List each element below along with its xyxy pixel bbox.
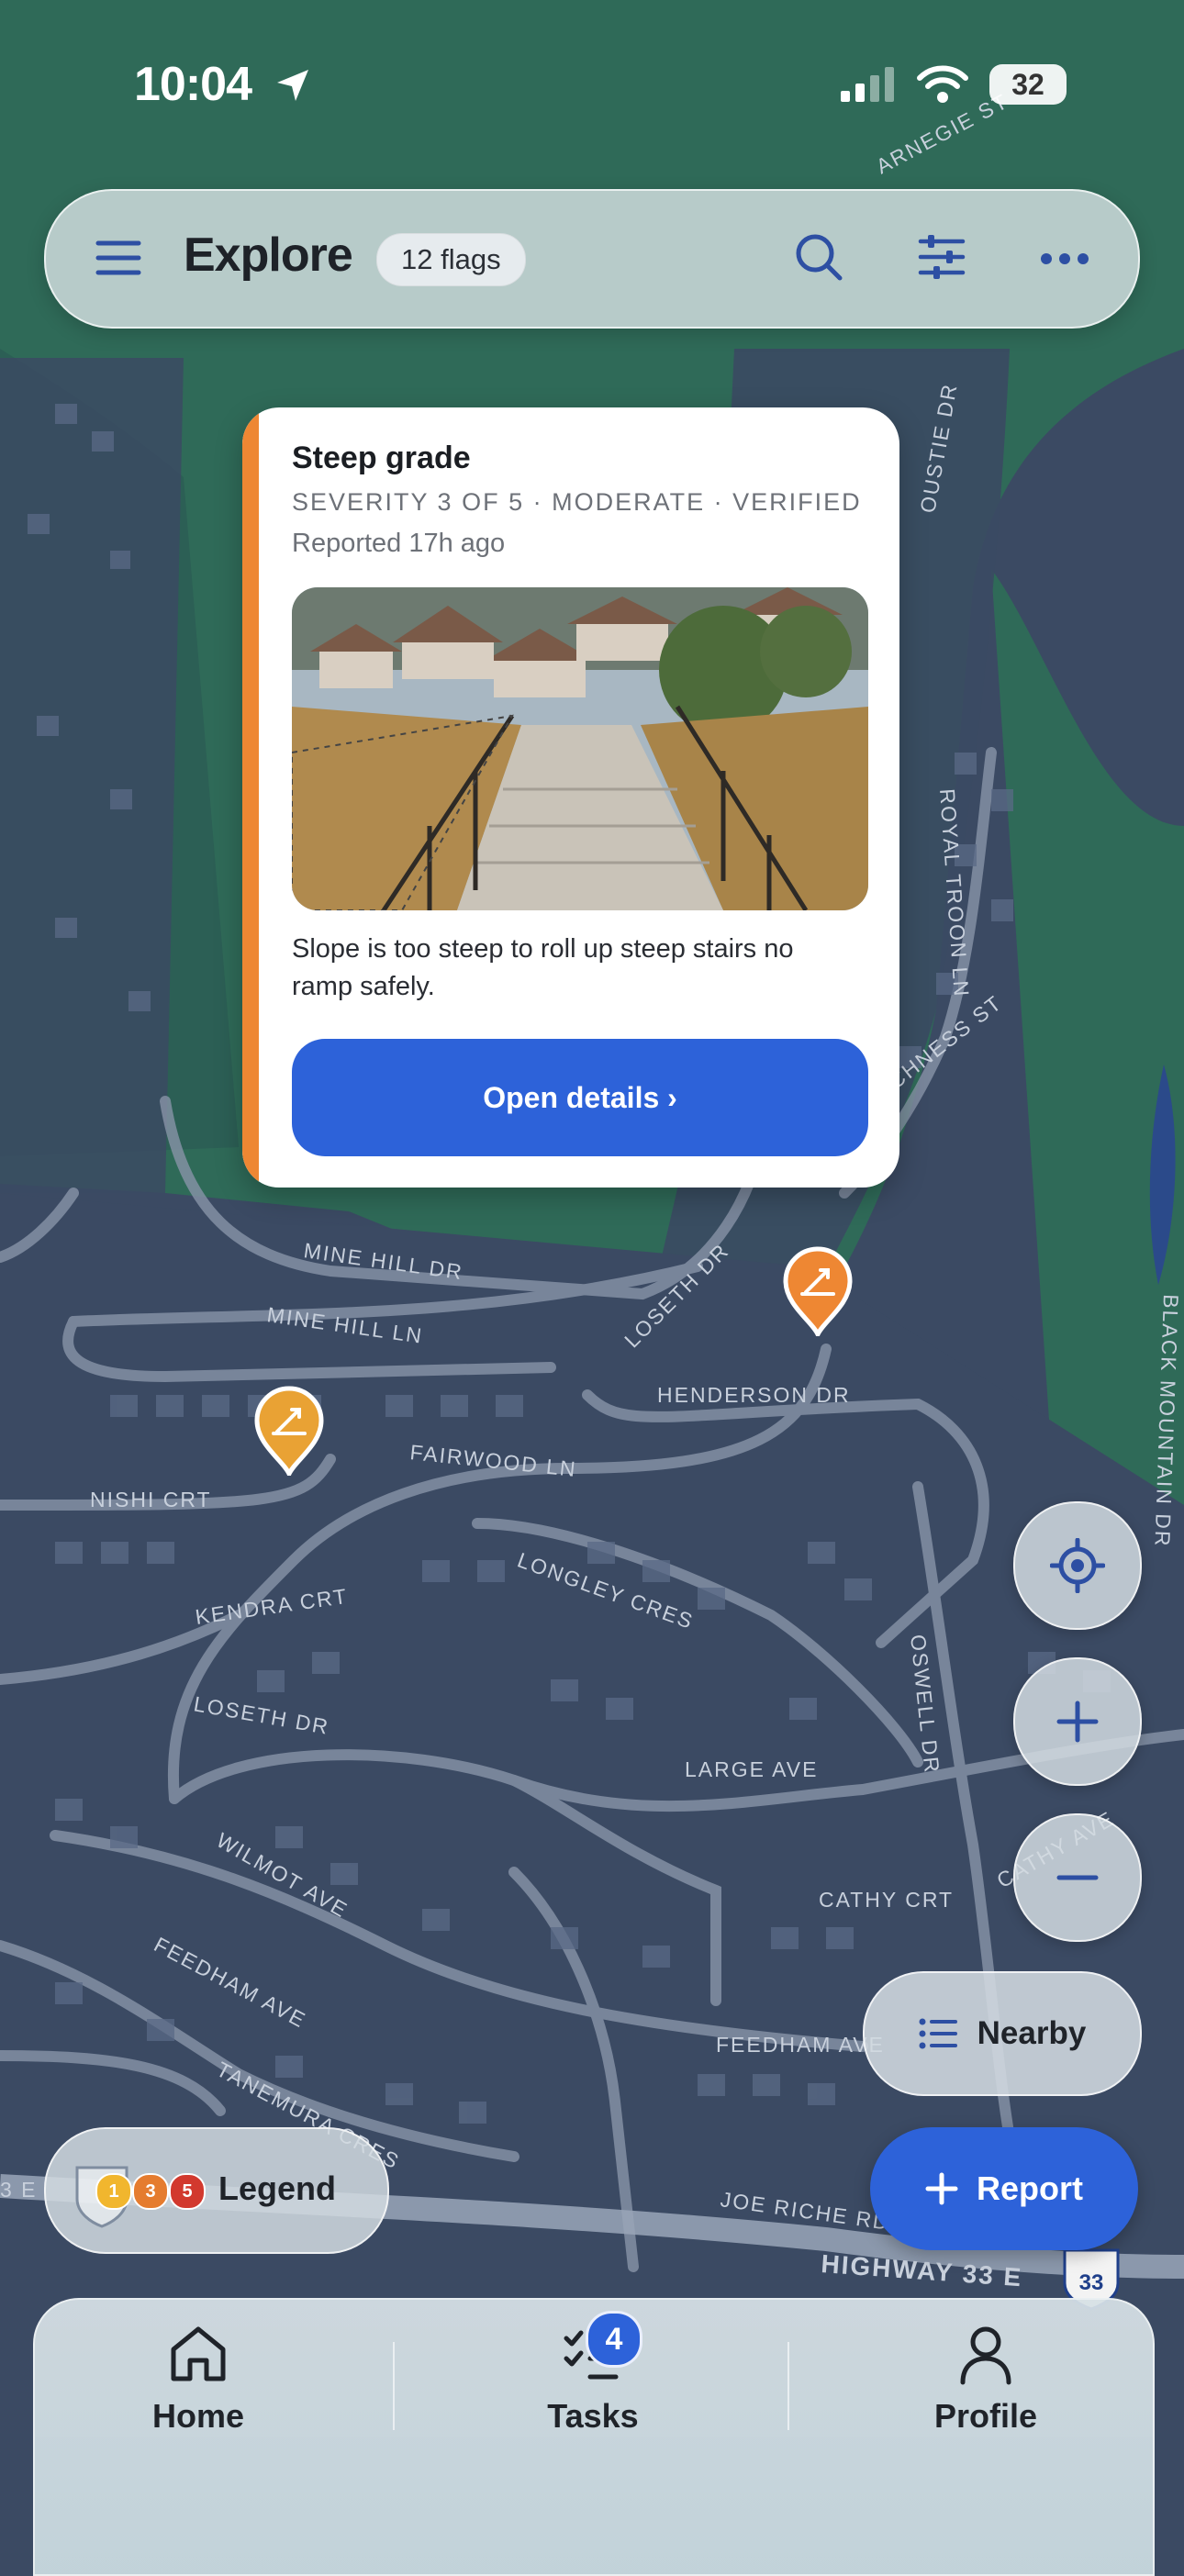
menu-button[interactable] [92,231,145,284]
nav-home-label: Home [151,2397,245,2435]
street-label: LARGE AVE [685,1757,818,1781]
search-icon [796,234,843,281]
issue-title: Steep grade [292,440,471,475]
home-icon [171,2326,226,2381]
issue-photo[interactable] [292,587,868,910]
wifi-icon [917,65,968,103]
nav-profile[interactable]: Profile [866,2322,1105,2436]
nearby-button[interactable]: Nearby [863,1971,1142,2096]
nav-tasks-label: Tasks [547,2397,639,2435]
issue-card[interactable]: Steep grade SEVERITY 3 OF 5 · MODERATE ·… [242,407,899,1188]
street-label: HENDERSON DR [657,1383,851,1407]
filter-sliders-icon [918,235,966,279]
cellular-signal-icon [841,67,894,102]
report-label: Report [977,2169,1083,2207]
zoom-out-button[interactable] [1013,1813,1142,1942]
street-label: CATHY CRT [819,1888,954,1912]
street-label: NISHI CRT [90,1488,212,1511]
list-icon [919,2018,957,2049]
severity-dot-low: 1 [95,2173,132,2210]
status-indicators: 32 [839,64,1067,105]
flags-count-chip: 12 flags [376,233,526,286]
crosshair-location-icon [1050,1538,1105,1593]
street-label: 3 E [0,2178,38,2202]
nav-divider [393,2342,395,2430]
profile-icon [960,2326,1011,2385]
page-title: Explore [184,229,353,282]
issue-description: Slope is too steep to roll up steep stai… [292,934,794,1001]
more-dots-icon [1041,253,1089,264]
plus-icon [925,2172,958,2205]
plus-icon [1056,1701,1099,1743]
nav-profile-label: Profile [933,2397,1038,2435]
issue-severity-meta: SEVERITY 3 OF 5 · MODERATE · VERIFIED [292,488,862,516]
severity-dot-moderate: 3 [132,2173,169,2210]
open-details-button[interactable]: Open details › [292,1039,868,1156]
minus-icon [1056,1875,1099,1880]
filter-button[interactable] [914,229,969,284]
status-time: 10:04 [134,58,252,111]
location-arrow-icon [274,66,312,109]
recenter-location-button[interactable] [1013,1501,1142,1630]
svg-text:33: 33 [1079,2270,1104,2295]
severity-accent-bar [242,407,259,1188]
battery-indicator: 32 [989,64,1067,105]
search-button[interactable] [791,229,846,284]
report-button[interactable]: Report [870,2127,1138,2250]
street-label: FEEDHAM AVE [716,2033,885,2057]
map-marker[interactable] [253,1384,325,1480]
nearby-label: Nearby [977,2015,1087,2051]
map-marker[interactable] [782,1244,854,1341]
more-button[interactable] [1037,237,1092,281]
severity-dot-high: 5 [169,2173,206,2210]
zoom-in-button[interactable] [1013,1657,1142,1786]
legend-label: Legend [218,2169,337,2207]
tasks-count-badge: 4 [586,2311,642,2368]
issue-reported-time: Reported 17h ago [292,529,506,558]
nav-home[interactable]: Home [79,2322,318,2436]
nav-divider [787,2342,789,2430]
menu-icon [95,240,141,275]
